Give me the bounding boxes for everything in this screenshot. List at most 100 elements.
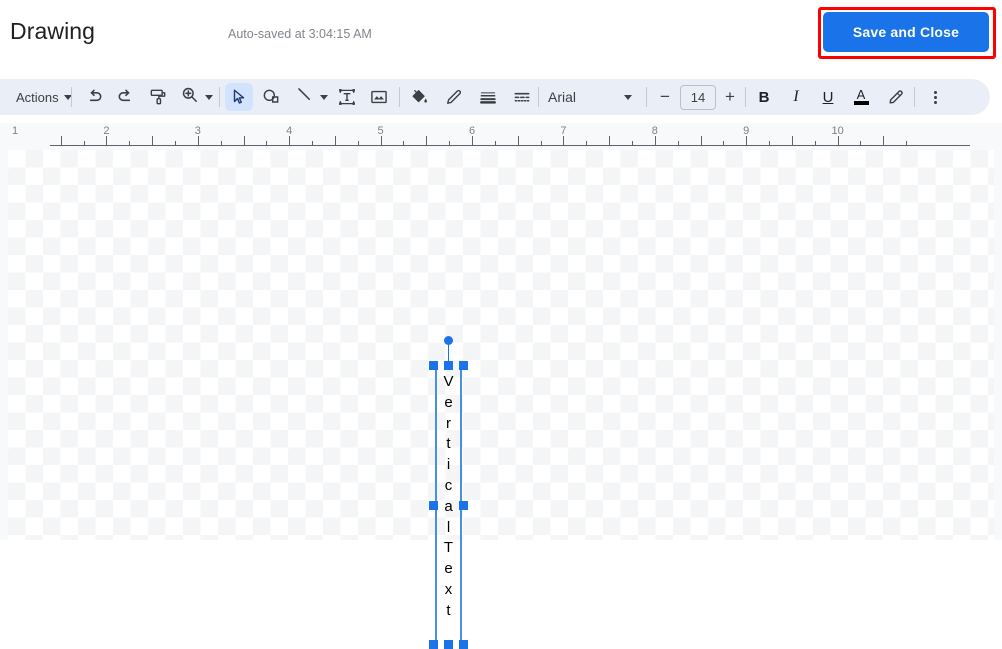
more-options-button[interactable] (921, 79, 949, 115)
border-weight-icon (478, 87, 498, 107)
ruler-tick (220, 141, 222, 146)
font-family-selector[interactable]: Arial (548, 79, 614, 115)
resize-handle-middle-left[interactable] (429, 501, 438, 510)
ruler-number: 10 (831, 125, 844, 137)
ruler-tick (883, 136, 885, 146)
canvas-area[interactable]: V e r t i c a l T e x t (0, 150, 1002, 649)
ruler-tick (837, 136, 839, 146)
redo-button[interactable] (112, 79, 140, 115)
redo-icon (116, 87, 136, 107)
ruler-tick (60, 136, 62, 146)
autosave-status: Auto-saved at 3:04:15 AM (228, 27, 372, 41)
resize-handle-middle-right[interactable] (459, 501, 468, 510)
image-icon (369, 87, 389, 107)
actions-menu-button[interactable]: Actions (10, 79, 78, 115)
pencil-icon (444, 87, 464, 107)
ruler-tick (769, 141, 771, 146)
toolbar-divider (71, 87, 72, 107)
font-family-value: Arial (548, 89, 577, 105)
ruler-tick (472, 136, 473, 146)
ruler-number: 3 (194, 125, 201, 137)
resize-handle-bottom-right[interactable] (459, 640, 468, 649)
highlight-color-button[interactable] (882, 79, 910, 115)
resize-handle-bottom-center[interactable] (444, 640, 453, 649)
ruler-baseline (50, 145, 970, 146)
text-box-tool-button[interactable] (333, 79, 361, 115)
bold-button[interactable]: B (752, 79, 776, 115)
ruler-tick (197, 136, 199, 146)
page-title: Drawing (10, 18, 96, 44)
increase-font-size-button[interactable]: + (720, 79, 740, 115)
toolbar-divider (745, 87, 746, 107)
resize-handle-top-right[interactable] (459, 361, 468, 370)
zoom-magnifier-icon (180, 85, 199, 109)
ruler-tick (654, 136, 656, 146)
horizontal-ruler[interactable]: 1 2 3 4 5 6 7 8 9 10 (0, 123, 1002, 151)
ruler-tick (723, 141, 725, 146)
ruler-number: 5 (377, 125, 384, 137)
ruler-number: 7 (560, 125, 567, 137)
paint-bucket-icon (409, 87, 429, 107)
text-color-swatch (853, 101, 869, 105)
font-size-input[interactable]: 14 (680, 85, 716, 110)
paint-format-button[interactable] (144, 79, 172, 115)
ruler-number: 4 (286, 125, 293, 137)
ruler-tick (860, 141, 862, 146)
border-color-button[interactable] (440, 79, 468, 115)
ruler-tick (312, 141, 314, 146)
cursor-arrow-icon (230, 88, 248, 106)
rotation-handle[interactable] (444, 336, 453, 345)
toolbar-divider (538, 87, 539, 107)
undo-button[interactable] (80, 79, 108, 115)
ruler-number: 1 (11, 125, 19, 137)
line-icon (295, 85, 314, 109)
ruler-tick (174, 141, 176, 146)
plus-icon: + (725, 87, 735, 106)
ruler-number: 9 (743, 125, 750, 137)
shapes-icon (261, 87, 281, 107)
ruler-tick (746, 136, 748, 146)
underline-label: U (822, 88, 834, 106)
ruler-tick (517, 136, 519, 146)
line-tool-button[interactable] (289, 79, 333, 115)
line-chevron-down-icon (319, 94, 328, 100)
selected-text-box[interactable]: V e r t i c a l T e x t (429, 336, 468, 649)
ruler-tick (563, 136, 565, 146)
ruler-tick (129, 141, 131, 146)
drawing-toolbar: Actions Arial − 14 + B I U A (0, 79, 990, 115)
text-color-button[interactable]: A (849, 79, 873, 115)
ruler-number: 6 (468, 125, 476, 137)
resize-handle-top-center[interactable] (444, 361, 453, 370)
ruler-tick (494, 141, 496, 146)
resize-handle-bottom-left[interactable] (429, 640, 438, 649)
ruler-tick (449, 141, 451, 146)
shape-tool-button[interactable] (257, 79, 285, 115)
ruler-tick (700, 136, 702, 146)
select-tool-button[interactable] (225, 83, 253, 111)
underline-button[interactable]: U (816, 79, 840, 115)
border-weight-button[interactable] (474, 79, 502, 115)
italic-label: I (793, 88, 799, 105)
save-and-close-button[interactable]: Save and Close (823, 12, 989, 52)
drawing-canvas[interactable]: V e r t i c a l T e x t (8, 150, 994, 649)
text-box-icon (337, 87, 357, 107)
decrease-font-size-button[interactable]: − (655, 79, 675, 115)
italic-button[interactable]: I (784, 79, 808, 115)
zoom-button[interactable] (176, 79, 216, 115)
toolbar-divider (399, 87, 400, 107)
toolbar-divider (914, 87, 915, 107)
insert-image-button[interactable] (365, 79, 393, 115)
fill-color-button[interactable] (405, 79, 433, 115)
ruler-tick (426, 136, 428, 146)
font-family-dropdown-arrow[interactable] (620, 79, 636, 115)
ruler-number: 8 (651, 125, 658, 137)
ruler-tick (791, 136, 793, 146)
save-and-close-container: Save and Close (818, 7, 996, 59)
ruler-tick (631, 141, 633, 146)
highlighter-pen-icon (886, 87, 906, 107)
border-dash-button[interactable] (508, 79, 536, 115)
chevron-down-icon (624, 94, 632, 100)
minus-icon: − (660, 87, 670, 106)
resize-handle-top-left[interactable] (429, 361, 438, 370)
ruler-tick (334, 136, 336, 146)
